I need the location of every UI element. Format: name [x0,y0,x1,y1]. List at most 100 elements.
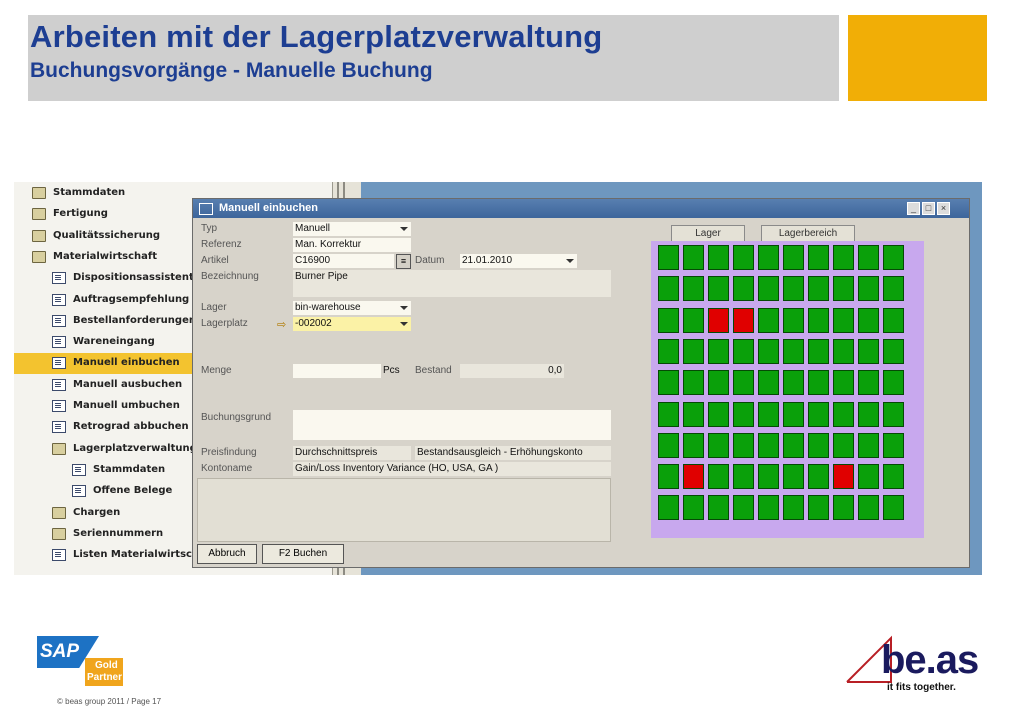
bin-cell-free[interactable] [858,276,879,302]
bin-cell-free[interactable] [683,432,704,458]
bin-cell-free[interactable] [758,276,779,302]
bin-cell-free[interactable] [883,245,904,270]
tab-lagerbereich[interactable]: Lagerbereich [761,225,855,242]
bin-cell-occupied[interactable] [708,307,729,333]
bin-cell-free[interactable] [858,307,879,333]
bin-cell-free[interactable] [758,338,779,364]
bin-cell-free[interactable] [733,432,754,458]
bin-cell-free[interactable] [683,245,704,270]
bin-cell-free[interactable] [783,245,804,270]
bin-cell-free[interactable] [883,432,904,458]
bin-cell-free[interactable] [783,495,804,521]
bin-cell-free[interactable] [783,370,804,396]
bin-cell-occupied[interactable] [683,464,704,490]
bin-cell-free[interactable] [708,276,729,302]
bin-cell-free[interactable] [808,464,829,490]
arrow-right-icon[interactable]: ⇨ [277,318,286,331]
bin-cell-free[interactable] [883,370,904,396]
lagerplatz-select[interactable]: -002002 [293,317,411,331]
bin-cell-free[interactable] [658,401,679,427]
bin-cell-free[interactable] [883,307,904,333]
bin-cell-free[interactable] [783,307,804,333]
bin-cell-free[interactable] [708,401,729,427]
bin-cell-free[interactable] [733,401,754,427]
bin-cell-free[interactable] [858,370,879,396]
bin-cell-free[interactable] [733,370,754,396]
bezeichnung-field[interactable]: Burner Pipe [293,270,611,297]
bin-cell-free[interactable] [658,307,679,333]
bin-cell-free[interactable] [808,370,829,396]
bin-cell-free[interactable] [683,401,704,427]
bin-cell-free[interactable] [858,245,879,270]
bin-cell-free[interactable] [758,370,779,396]
close-icon[interactable]: × [937,202,950,215]
bin-cell-free[interactable] [708,245,729,270]
bin-cell-free[interactable] [658,370,679,396]
bin-cell-free[interactable] [883,401,904,427]
bin-cell-free[interactable] [733,495,754,521]
maximize-icon[interactable]: □ [922,202,935,215]
bin-cell-free[interactable] [783,276,804,302]
bin-cell-free[interactable] [758,432,779,458]
cancel-button[interactable]: Abbruch [197,544,257,564]
bin-cell-free[interactable] [733,464,754,490]
bin-cell-free[interactable] [858,401,879,427]
minimize-icon[interactable]: _ [907,202,920,215]
bin-cell-free[interactable] [733,276,754,302]
bin-cell-free[interactable] [783,464,804,490]
bin-cell-free[interactable] [708,432,729,458]
bin-cell-free[interactable] [783,432,804,458]
bin-cell-free[interactable] [808,307,829,333]
bin-cell-free[interactable] [658,338,679,364]
bin-cell-free[interactable] [883,464,904,490]
bin-cell-free[interactable] [833,370,854,396]
bin-cell-free[interactable] [658,245,679,270]
bin-cell-free[interactable] [758,307,779,333]
bin-cell-free[interactable] [708,464,729,490]
bin-cell-free[interactable] [758,495,779,521]
bin-cell-occupied[interactable] [833,464,854,490]
datum-field[interactable]: 21.01.2010 [460,254,577,268]
menge-field[interactable] [293,364,381,378]
bin-cell-free[interactable] [708,370,729,396]
bin-cell-free[interactable] [783,401,804,427]
bin-cell-free[interactable] [658,432,679,458]
bin-cell-occupied[interactable] [733,307,754,333]
bin-cell-free[interactable] [733,338,754,364]
bin-cell-free[interactable] [683,307,704,333]
bin-cell-free[interactable] [833,495,854,521]
bin-cell-free[interactable] [858,338,879,364]
artikel-field[interactable]: C16900 [293,254,394,268]
bin-cell-free[interactable] [858,432,879,458]
bin-cell-free[interactable] [683,338,704,364]
bin-cell-free[interactable] [708,495,729,521]
bin-cell-free[interactable] [758,401,779,427]
bin-cell-free[interactable] [658,464,679,490]
bin-cell-free[interactable] [733,245,754,270]
bin-cell-free[interactable] [758,245,779,270]
bin-cell-free[interactable] [808,495,829,521]
bin-cell-free[interactable] [833,432,854,458]
bin-cell-free[interactable] [858,464,879,490]
bin-cell-free[interactable] [683,370,704,396]
bin-cell-free[interactable] [883,338,904,364]
bin-cell-free[interactable] [833,401,854,427]
bin-cell-free[interactable] [808,432,829,458]
book-button[interactable]: F2 Buchen [262,544,344,564]
bin-cell-free[interactable] [808,276,829,302]
referenz-field[interactable]: Man. Korrektur [293,238,411,252]
lager-select[interactable]: bin-warehouse [293,301,411,315]
bin-cell-free[interactable] [808,245,829,270]
bin-cell-free[interactable] [658,495,679,521]
bin-cell-free[interactable] [883,276,904,302]
bin-cell-free[interactable] [683,276,704,302]
bin-cell-free[interactable] [833,338,854,364]
bin-cell-free[interactable] [683,495,704,521]
bin-cell-free[interactable] [833,276,854,302]
window-titlebar[interactable]: Manuell einbuchen _ □ × [193,199,969,218]
bin-cell-free[interactable] [783,338,804,364]
buchungsgrund-field[interactable] [293,410,611,440]
bin-cell-free[interactable] [883,495,904,521]
bin-cell-free[interactable] [758,464,779,490]
bin-cell-free[interactable] [808,401,829,427]
